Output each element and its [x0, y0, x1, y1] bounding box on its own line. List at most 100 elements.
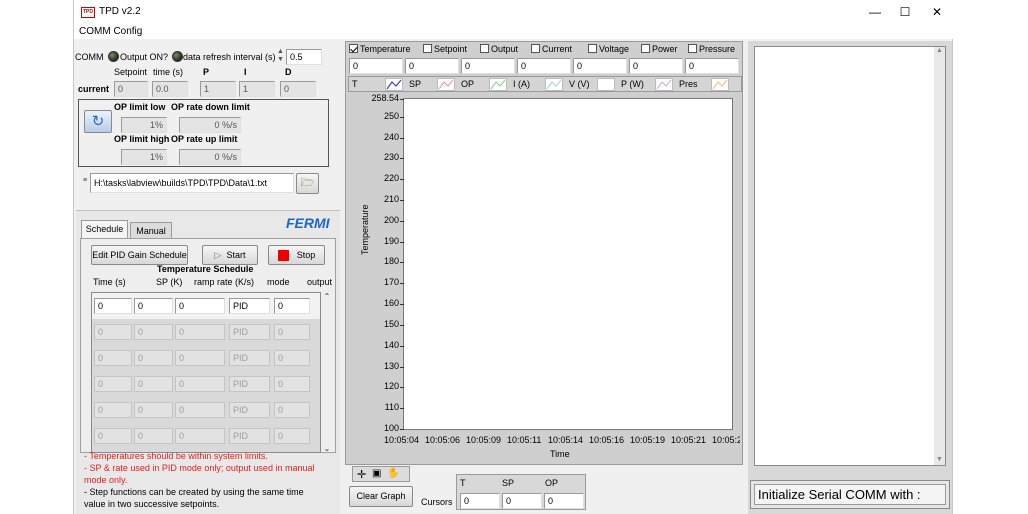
maximize-icon[interactable]: ☐ [890, 2, 920, 22]
window-title: TPD v2.2 [99, 6, 141, 17]
schedule-cell[interactable]: 0 [94, 324, 132, 340]
schedule-cell[interactable]: 0 [134, 376, 173, 392]
minimize-icon[interactable]: — [860, 2, 890, 22]
op-rate-down-label: OP rate down limit [171, 102, 250, 112]
schedule-cell[interactable]: 0 [134, 324, 173, 340]
schedule-cell[interactable]: 0 [274, 324, 310, 340]
crosshair-icon[interactable]: ✛ [357, 468, 366, 481]
cursor-value-t[interactable]: 0 [460, 493, 500, 509]
comm-label: COMM [75, 52, 104, 62]
browse-folder-icon[interactable]: 🗁 [296, 173, 319, 194]
p-header: P [203, 67, 210, 77]
pan-hand-icon[interactable]: ✋ [387, 468, 399, 479]
start-button[interactable]: ▷ Start [202, 245, 258, 265]
schedule-cell[interactable]: PID [229, 376, 270, 392]
close-icon[interactable]: ✕ [922, 2, 952, 22]
schedule-cell[interactable]: 0 [274, 350, 310, 366]
schedule-cell[interactable]: 0 [134, 428, 173, 444]
schedule-cell[interactable]: 0 [134, 350, 173, 366]
table-scrollbar[interactable]: ⌃ ⌄ [321, 292, 333, 453]
schedule-cell[interactable]: 0 [274, 402, 310, 418]
i-header: I [244, 67, 247, 77]
schedule-cell[interactable]: 0 [274, 298, 310, 314]
y-tick-label: 220 [383, 173, 399, 184]
status-text: Initialize Serial COMM with : [754, 484, 946, 505]
y-tick-label: 100 [383, 423, 399, 433]
plot-checkbox[interactable] [480, 44, 489, 53]
plot-checkbox-label: Pressure [699, 44, 736, 54]
log-textbox[interactable]: ▲ ▼ [754, 46, 946, 466]
schedule-table: 0 0 0 PID 0 0 0 0 PID 0 0 0 0 PID 0 0 0 0 PID 0 0 0 0 PID 0 0 0 0 PI… [91, 292, 321, 453]
schedule-cell[interactable]: PID [229, 324, 270, 340]
scroll-down-icon[interactable]: ⌄ [321, 444, 333, 453]
schedule-cell[interactable]: 0 [94, 376, 132, 392]
op-rate-down-value[interactable]: 0 %/s [179, 117, 241, 133]
x-tick-label: 10:05:14 [548, 435, 584, 445]
plot-checkbox[interactable] [688, 44, 697, 53]
y-tick-label: 160 [383, 298, 399, 309]
log-scroll-down-icon[interactable]: ▼ [934, 456, 945, 463]
plot-checkbox[interactable] [641, 44, 650, 53]
legend-swatch-icon [597, 78, 615, 91]
clear-graph-button[interactable]: Clear Graph [349, 486, 413, 507]
schedule-cell[interactable]: 0 [94, 402, 132, 418]
cursor-value-sp[interactable]: 0 [502, 493, 542, 509]
y-tick-mark [400, 200, 404, 202]
cursor-value-op[interactable]: 0 [544, 493, 584, 509]
schedule-cell[interactable]: 0 [274, 428, 310, 444]
zoom-icon[interactable]: ▣ [372, 468, 381, 479]
time-header: time (s) [153, 67, 183, 77]
plot-checkbox-label: Output [491, 44, 519, 54]
schedule-cell[interactable]: 0 [134, 402, 173, 418]
refresh-limits-button[interactable]: ↻ [84, 110, 112, 133]
plot-checkbox[interactable] [588, 44, 597, 53]
status-frame: Initialize Serial COMM with : [750, 480, 950, 509]
legend-label: T [352, 79, 358, 89]
refresh-interval-input[interactable]: 0.5 [286, 49, 322, 65]
log-scrollbar[interactable]: ▲ ▼ [934, 47, 945, 465]
schedule-cell[interactable]: PID [229, 402, 270, 418]
edit-pid-gain-schedule-button[interactable]: Edit PID Gain Schedule [91, 245, 188, 265]
plot-area [403, 98, 733, 430]
schedule-cell[interactable]: 0 [175, 376, 225, 392]
plot-checkbox[interactable] [349, 44, 358, 53]
plot-checkbox-label: Voltage [599, 44, 630, 54]
output-on-led-icon[interactable] [172, 51, 183, 62]
schedule-cell[interactable]: 0 [134, 298, 173, 314]
schedule-cell[interactable]: 0 [94, 350, 132, 366]
value-indicator: 0 [517, 58, 571, 74]
schedule-cell[interactable]: 0 [175, 324, 225, 340]
schedule-cell[interactable]: 0 [175, 428, 225, 444]
plot-checkbox[interactable] [531, 44, 540, 53]
legend-label: I (A) [513, 79, 530, 89]
schedule-cell[interactable]: 0 [94, 298, 132, 314]
menu-comm-config[interactable]: COMM Config [79, 26, 142, 37]
plot-checkbox-label: Temperature [360, 44, 411, 54]
scroll-up-icon[interactable]: ⌃ [321, 292, 333, 301]
op-limit-high-value[interactable]: 1% [121, 149, 167, 165]
current-time: 0.0 [152, 81, 188, 97]
schedule-cell[interactable]: 0 [175, 350, 225, 366]
schedule-cell[interactable]: PID [229, 428, 270, 444]
log-scroll-up-icon[interactable]: ▲ [934, 47, 945, 54]
y-tick-label: 120 [383, 381, 399, 392]
x-tick-label: 10:05:06 [425, 435, 461, 445]
schedule-cell[interactable]: 0 [175, 298, 225, 314]
schedule-cell[interactable]: 0 [175, 402, 225, 418]
output-on-label: Output ON? [120, 52, 169, 62]
schedule-cell[interactable]: PID [229, 350, 270, 366]
tab-schedule[interactable]: Schedule [81, 220, 128, 239]
legend-label: Pres [679, 79, 698, 89]
stop-button[interactable]: Stop [268, 245, 325, 265]
plot-checkbox[interactable] [423, 44, 432, 53]
legend-swatch-icon [489, 78, 507, 91]
schedule-cell[interactable]: 0 [94, 428, 132, 444]
file-path-input[interactable]: H:\tasks\labview\builds\TPD\TPD\Data\1.t… [90, 173, 294, 193]
op-limit-low-value[interactable]: 1% [121, 117, 167, 133]
note-red-1: - Temperatures should be within system l… [84, 451, 268, 461]
current-setpoint: 0 [114, 81, 148, 97]
schedule-cell[interactable]: PID [229, 298, 270, 314]
op-rate-up-value[interactable]: 0 %/s [179, 149, 241, 165]
refresh-icon: ↻ [91, 113, 105, 130]
schedule-cell[interactable]: 0 [274, 376, 310, 392]
